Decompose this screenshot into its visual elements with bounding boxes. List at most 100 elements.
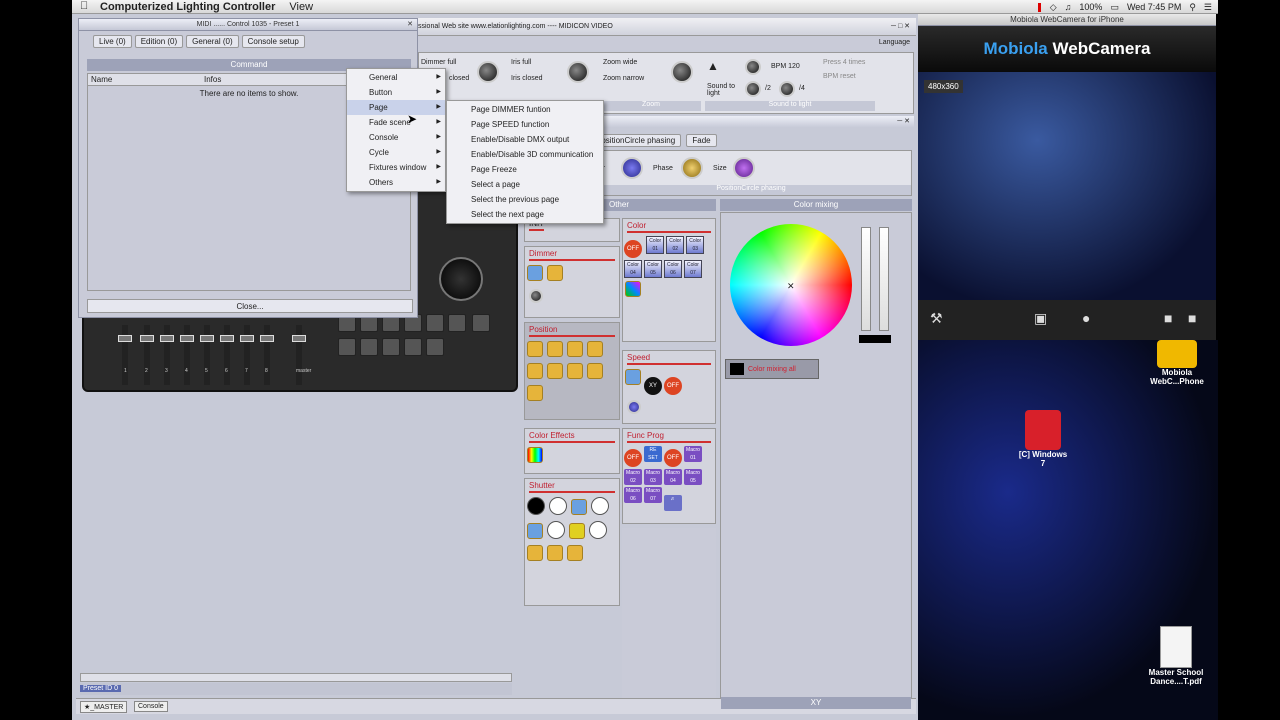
color-button[interactable]: Color 05 — [644, 260, 662, 278]
submenu-item[interactable]: Page SPEED function — [447, 117, 603, 132]
strobe-icon[interactable] — [571, 499, 587, 515]
menu-item-console[interactable]: Console ▶ — [347, 130, 445, 145]
submenu-item[interactable]: Select the previous page — [447, 192, 603, 207]
camera-icon[interactable]: ▣ — [1034, 310, 1047, 327]
iris-closed[interactable]: Iris closed — [511, 75, 543, 82]
zoom-wide[interactable]: Zoom wide — [603, 59, 637, 66]
position-effect-icon[interactable] — [547, 341, 563, 357]
position-effect-icon[interactable] — [587, 341, 603, 357]
menu-item-fixtures-window[interactable]: Fixtures window ▶ — [347, 160, 445, 175]
submenu-item[interactable]: Enable/Disable 3D communication — [447, 147, 603, 162]
zoom-knob[interactable] — [671, 61, 693, 83]
menu-item-others[interactable]: Others ▶ — [347, 175, 445, 190]
dimmer-knob-small[interactable] — [529, 289, 543, 303]
horizontal-scrollbar[interactable] — [80, 673, 512, 682]
desktop-icon-mobiola[interactable]: Mobiola WebC...Phone — [1140, 340, 1214, 386]
iris-full[interactable]: Iris full — [511, 59, 531, 66]
position-effect-icon[interactable] — [527, 363, 543, 379]
div2-knob[interactable] — [745, 81, 761, 97]
menu-item-general[interactable]: General ▶ — [347, 70, 445, 85]
menu-item-cycle[interactable]: Cycle ▶ — [347, 145, 445, 160]
column-infos[interactable]: Infos — [204, 74, 221, 85]
sound-to-light-btn[interactable]: Sound to light — [707, 83, 735, 97]
menu-item-button[interactable]: Button ▶ — [347, 85, 445, 100]
apple-icon[interactable]:  — [80, 0, 88, 12]
shutter-effect-icon[interactable] — [567, 545, 583, 561]
speed-off-button[interactable]: OFF — [664, 377, 682, 395]
tab-general[interactable]: General (0) — [186, 35, 239, 48]
macro-button[interactable]: Macro 04 — [664, 469, 682, 485]
lightning-icon[interactable] — [569, 523, 585, 539]
macro-button[interactable]: Macro 06 — [624, 487, 642, 503]
color-effect-icon[interactable] — [625, 281, 641, 297]
macro-button[interactable]: Macro 02 — [624, 469, 642, 485]
desktop-icon-windows[interactable]: [C] Windows 7 — [1006, 410, 1080, 468]
view-menu[interactable]: View — [289, 1, 313, 13]
macro-button[interactable]: Macro 01 — [684, 446, 702, 462]
color-button[interactable]: Color 04 — [624, 260, 642, 278]
color-button[interactable]: Color 01 — [646, 236, 665, 254]
submenu-item[interactable]: Page Freeze — [447, 162, 603, 177]
fx-close-icon[interactable]: ─ ✕ — [897, 116, 910, 128]
master-tab[interactable]: ★_MASTER — [80, 701, 128, 713]
language-menu[interactable]: Language — [879, 39, 910, 46]
color-button[interactable]: Color 06 — [664, 260, 682, 278]
console-knob[interactable] — [439, 257, 483, 301]
folder-icon[interactable]: ■ — [1164, 310, 1172, 326]
dimmer-closed[interactable]: closed — [449, 75, 469, 82]
div4-knob[interactable] — [779, 81, 795, 97]
fx-knob-1[interactable] — [621, 157, 643, 179]
battery-level[interactable]: 100% — [1079, 2, 1102, 12]
shutter-effect-icon[interactable] — [527, 523, 543, 539]
speed-knob[interactable] — [627, 400, 641, 414]
color-button[interactable]: Color 03 — [686, 236, 705, 254]
dimmer-full[interactable]: Dimmer full — [421, 59, 456, 66]
color-button[interactable]: Color 07 — [684, 260, 702, 278]
tab-fade[interactable]: Fade — [686, 134, 717, 147]
shutter-effect-icon[interactable] — [527, 545, 543, 561]
close-button[interactable]: Close... — [87, 299, 413, 313]
dimmer-effect-icon[interactable] — [527, 265, 543, 281]
func-off-button[interactable]: OFF — [624, 449, 642, 467]
size-knob[interactable] — [733, 157, 755, 179]
color-button[interactable]: Color 02 — [666, 236, 685, 254]
iris-knob[interactable] — [567, 61, 589, 83]
macro-button[interactable]: Macro 07 — [644, 487, 662, 503]
dimmer-effect-icon[interactable] — [547, 265, 563, 281]
tab-live[interactable]: Live (0) — [93, 35, 132, 48]
console-tab[interactable]: Console — [134, 701, 168, 712]
intensity-slider[interactable] — [861, 227, 871, 331]
bpm-knob[interactable] — [745, 59, 761, 75]
settings-icon[interactable]: ⚒ — [930, 310, 943, 327]
press-4-times[interactable]: Press 4 times — [823, 59, 865, 66]
video-icon[interactable]: ● — [1082, 310, 1090, 326]
window-controls[interactable]: ─ □ ✕ — [891, 18, 910, 36]
position-effect-icon[interactable] — [527, 341, 543, 357]
position-effect-icon[interactable] — [567, 341, 583, 357]
submenu-item[interactable]: Select the next page — [447, 207, 603, 222]
pause-icon[interactable] — [1037, 2, 1041, 12]
wifi-icon[interactable]: ◇ — [1050, 2, 1057, 13]
tab-edition[interactable]: Edition (0) — [134, 35, 184, 48]
position-effect-icon[interactable] — [547, 363, 563, 379]
shutter-open-icon[interactable] — [549, 497, 567, 515]
color-mixing-all-button[interactable]: Color mixing all — [725, 359, 819, 379]
color-off-button[interactable]: OFF — [624, 240, 642, 258]
submenu-item[interactable]: Select a page — [447, 177, 603, 192]
speed-effect-icon[interactable] — [625, 369, 641, 385]
menu-item-fade-scene[interactable]: Fade scene ▶ — [347, 115, 445, 130]
position-effect-icon[interactable] — [527, 385, 543, 401]
saturation-slider[interactable] — [879, 227, 889, 331]
zoom-narrow[interactable]: Zoom narrow — [603, 75, 644, 82]
shutter-open-icon[interactable] — [589, 521, 607, 539]
desktop-icon-pdf[interactable]: Master School Dance....T.pdf — [1138, 626, 1214, 686]
list-icon[interactable]: ☰ — [1204, 2, 1212, 13]
macro-button[interactable]: Macro 03 — [644, 469, 662, 485]
spotlight-icon[interactable]: ⚲ — [1189, 2, 1196, 13]
folder-icon[interactable]: ■ — [1188, 310, 1196, 326]
shutter-effect-icon[interactable] — [547, 545, 563, 561]
bpm-reset[interactable]: BPM reset — [823, 73, 856, 80]
menu-item-page[interactable]: Page ▶ — [347, 100, 445, 115]
submenu-item[interactable]: Page DIMMER funtion — [447, 102, 603, 117]
submenu-item[interactable]: Enable/Disable DMX output — [447, 132, 603, 147]
